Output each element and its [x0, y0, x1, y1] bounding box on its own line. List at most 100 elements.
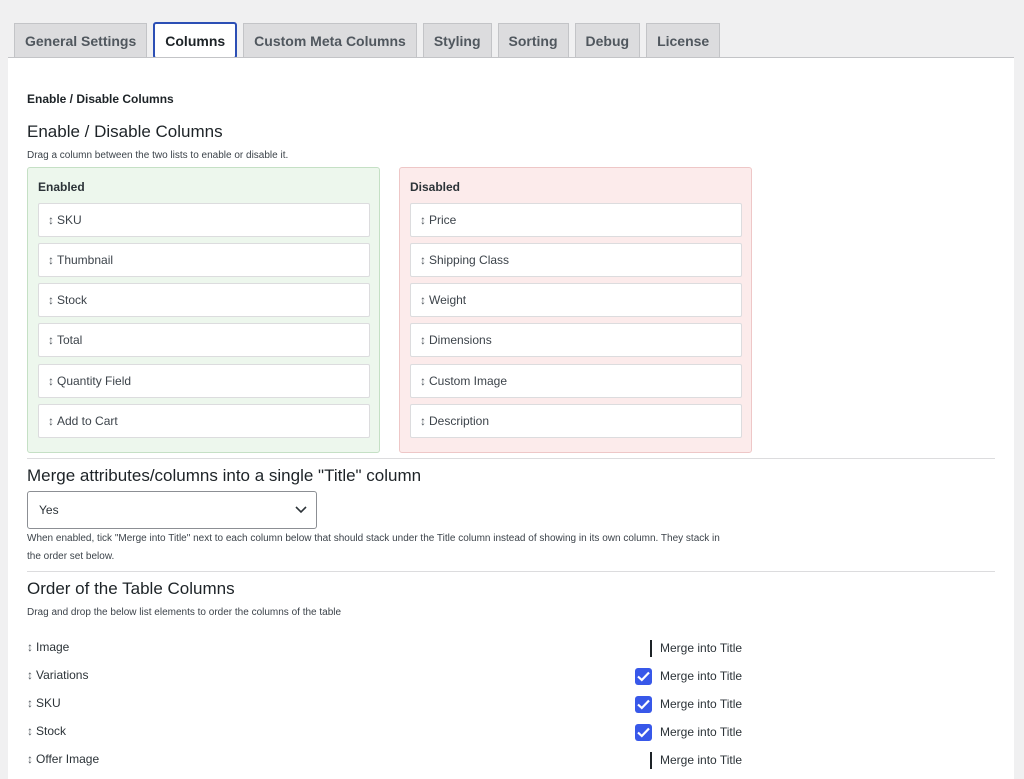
- merge-title: Merge attributes/columns into a single "…: [27, 466, 422, 485]
- disabled-columns-list[interactable]: Disabled ↕ Price ↕ Shipping Class ↕ Weight …: [399, 167, 752, 453]
- merge-checkbox[interactable]: [650, 639, 652, 657]
- enabled-item[interactable]: ↕ Add to Cart: [38, 404, 370, 438]
- enabled-item-label: Total: [57, 333, 83, 347]
- enabled-item[interactable]: ↕ Thumbnail: [38, 243, 370, 277]
- disabled-item-label: Description: [429, 414, 490, 428]
- merge-checkbox[interactable]: [650, 751, 652, 769]
- enabled-columns-list[interactable]: Enabled ↕ SKU ↕ Thumbnail ↕ Stock ↕ Total ↕ Q…: [27, 167, 380, 453]
- disabled-item-label: Custom Image: [429, 374, 508, 388]
- settings-panel: Enable / Disable Columns Enable / Disabl…: [8, 57, 1014, 779]
- disabled-item-label: Price: [429, 213, 457, 227]
- enabled-list-title: Enabled: [38, 180, 85, 194]
- drag-handle-icon[interactable]: ↕: [48, 414, 54, 428]
- disabled-item[interactable]: ↕ Weight: [410, 283, 742, 317]
- tab-license[interactable]: License: [646, 23, 721, 58]
- chevron-down-icon: [295, 506, 307, 514]
- merge-checkbox[interactable]: [635, 667, 652, 685]
- enabled-item[interactable]: ↕ Stock: [38, 283, 370, 317]
- drag-handle-icon[interactable]: ↕: [420, 374, 426, 388]
- divider: [27, 571, 995, 572]
- disabled-item-label: Dimensions: [429, 333, 492, 347]
- drag-handle-icon[interactable]: ↕: [420, 333, 426, 347]
- merge-desc: When enabled, tick "Merge into Title" ne…: [27, 530, 757, 566]
- tab-columns[interactable]: Columns: [153, 22, 238, 59]
- order-row-sku[interactable]: ↕ SKU Merge into Title: [27, 694, 757, 714]
- order-row-label: ↕ Image: [27, 640, 69, 654]
- drag-handle-icon[interactable]: ↕: [27, 752, 33, 766]
- check-icon: [637, 727, 650, 738]
- drag-handle-icon[interactable]: ↕: [420, 253, 426, 267]
- enable-disable-desc: Drag a column between the two lists to e…: [27, 150, 289, 161]
- merge-into-title-option[interactable]: Merge into Title: [635, 638, 742, 658]
- drag-handle-icon[interactable]: ↕: [420, 293, 426, 307]
- enabled-item[interactable]: ↕ Quantity Field: [38, 364, 370, 398]
- drag-handle-icon[interactable]: ↕: [420, 414, 426, 428]
- enable-disable-title: Enable / Disable Columns: [27, 122, 223, 141]
- order-row-variations[interactable]: ↕ Variations Merge into Title: [27, 666, 757, 686]
- drag-handle-icon[interactable]: ↕: [48, 253, 54, 267]
- order-row-offer-image[interactable]: ↕ Offer Image Merge into Title: [27, 750, 757, 770]
- disabled-item[interactable]: ↕ Custom Image: [410, 364, 742, 398]
- drag-handle-icon[interactable]: ↕: [48, 374, 54, 388]
- disabled-item-label: Shipping Class: [429, 253, 510, 267]
- merge-select-value: Yes: [39, 503, 59, 517]
- drag-handle-icon[interactable]: ↕: [48, 333, 54, 347]
- merge-checkbox[interactable]: [635, 723, 652, 741]
- tab-general-settings[interactable]: General Settings: [14, 23, 148, 58]
- merge-desc-line2: the order set below.: [27, 551, 115, 562]
- enabled-item-label: Thumbnail: [57, 253, 114, 267]
- order-title: Order of the Table Columns: [27, 579, 235, 598]
- enabled-item[interactable]: ↕ Total: [38, 323, 370, 357]
- drag-handle-icon[interactable]: ↕: [420, 213, 426, 227]
- order-desc: Drag and drop the below list elements to…: [27, 607, 342, 618]
- merge-into-title-label: Merge into Title: [660, 697, 743, 711]
- drag-handle-icon[interactable]: ↕: [48, 213, 54, 227]
- order-row-label: ↕ Offer Image: [27, 752, 99, 766]
- merge-checkbox[interactable]: [635, 695, 652, 713]
- tab-debug[interactable]: Debug: [574, 23, 641, 58]
- disabled-item[interactable]: ↕ Price: [410, 203, 742, 237]
- order-row-label-text: Image: [36, 640, 70, 654]
- drag-handle-icon[interactable]: ↕: [27, 696, 33, 710]
- order-row-stock[interactable]: ↕ Stock Merge into Title: [27, 722, 757, 742]
- page-subheading: Enable / Disable Columns: [27, 92, 174, 106]
- merge-select[interactable]: Yes: [27, 491, 317, 529]
- drag-handle-icon[interactable]: ↕: [27, 640, 33, 654]
- merge-into-title-label: Merge into Title: [660, 753, 743, 767]
- divider: [27, 458, 995, 459]
- order-row-label: ↕ Stock: [27, 724, 66, 738]
- drag-handle-icon[interactable]: ↕: [48, 293, 54, 307]
- settings-tabs: General Settings Columns Custom Meta Col…: [14, 22, 726, 59]
- merge-desc-line1: When enabled, tick "Merge into Title" ne…: [27, 533, 720, 544]
- order-row-label-text: Offer Image: [36, 752, 100, 766]
- merge-into-title-option[interactable]: Merge into Title: [635, 666, 742, 686]
- merge-into-title-label: Merge into Title: [660, 725, 743, 739]
- enabled-item-label: SKU: [57, 213, 82, 227]
- order-row-image[interactable]: ↕ Image Merge into Title: [27, 638, 757, 658]
- merge-into-title-label: Merge into Title: [660, 669, 743, 683]
- order-row-label: ↕ Variations: [27, 668, 88, 682]
- merge-into-title-option[interactable]: Merge into Title: [635, 694, 742, 714]
- tab-custom-meta-columns[interactable]: Custom Meta Columns: [243, 23, 417, 58]
- drag-handle-icon[interactable]: ↕: [27, 724, 33, 738]
- tab-sorting[interactable]: Sorting: [497, 23, 569, 58]
- enabled-item-label: Quantity Field: [57, 374, 132, 388]
- order-row-label-text: Stock: [36, 724, 67, 738]
- order-row-label-text: SKU: [36, 696, 61, 710]
- merge-into-title-label: Merge into Title: [660, 641, 743, 655]
- enabled-item[interactable]: ↕ SKU: [38, 203, 370, 237]
- drag-handle-icon[interactable]: ↕: [27, 668, 33, 682]
- enabled-item-label: Stock: [57, 293, 88, 307]
- disabled-item[interactable]: ↕ Shipping Class: [410, 243, 742, 277]
- disabled-item[interactable]: ↕ Description: [410, 404, 742, 438]
- check-icon: [637, 699, 650, 710]
- merge-into-title-option[interactable]: Merge into Title: [635, 722, 742, 742]
- disabled-list-title: Disabled: [410, 180, 461, 194]
- disabled-item-label: Weight: [429, 293, 467, 307]
- merge-into-title-option[interactable]: Merge into Title: [635, 750, 742, 770]
- order-row-label: ↕ SKU: [27, 696, 61, 710]
- tab-styling[interactable]: Styling: [422, 23, 492, 58]
- enabled-item-label: Add to Cart: [57, 414, 118, 428]
- disabled-item[interactable]: ↕ Dimensions: [410, 323, 742, 357]
- order-row-label-text: Variations: [36, 668, 89, 682]
